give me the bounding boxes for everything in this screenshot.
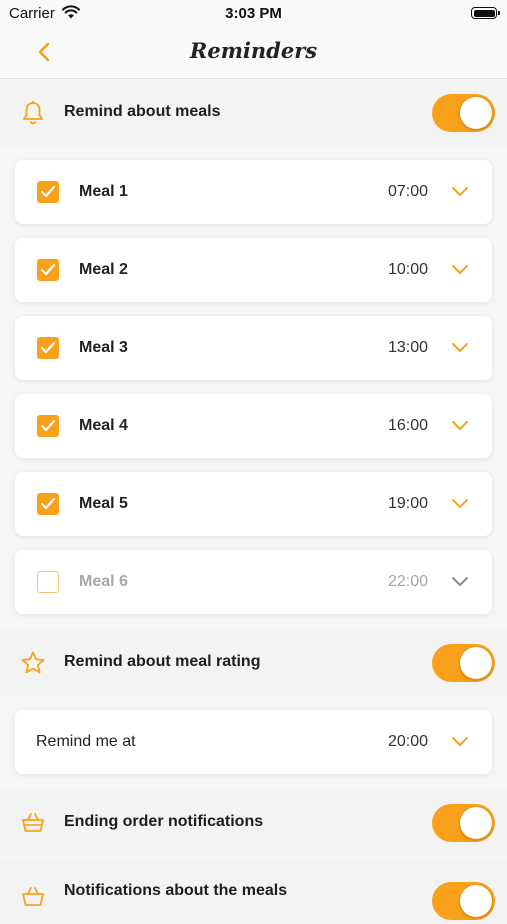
meal-card[interactable]: Meal 5 19:00 — [15, 472, 492, 536]
meal-time[interactable]: 22:00 — [388, 573, 428, 591]
meals-notifications-toggle[interactable] — [432, 882, 495, 920]
chevron-down-icon[interactable] — [451, 264, 469, 276]
chevron-down-icon[interactable] — [451, 342, 469, 354]
meal-time[interactable]: 19:00 — [388, 495, 428, 513]
page-title: Reminders — [189, 38, 318, 63]
meal-checkbox[interactable] — [37, 337, 59, 359]
meal-time[interactable]: 10:00 — [388, 261, 428, 279]
remind-rating-label: Remind about meal rating — [64, 653, 261, 670]
meal-name: Meal 2 — [79, 261, 128, 278]
meal-checkbox[interactable] — [37, 259, 59, 281]
battery-icon — [471, 7, 500, 19]
navigation-bar: Reminders — [0, 28, 507, 79]
meal-card[interactable]: Meal 4 16:00 — [15, 394, 492, 458]
meal-time[interactable]: 16:00 — [388, 417, 428, 435]
ending-order-label: Ending order notifications — [64, 813, 264, 830]
checkmark-icon — [40, 419, 56, 432]
chevron-down-icon[interactable] — [451, 498, 469, 510]
meals-notifications-label: Notifications about the meals — [64, 882, 288, 899]
meal-name: Meal 4 — [79, 417, 128, 434]
star-icon — [21, 651, 45, 674]
remind-rating-toggle[interactable] — [432, 644, 495, 682]
clock: 3:03 PM — [225, 5, 282, 22]
meal-card[interactable]: Meal 1 07:00 — [15, 160, 492, 224]
meal-card[interactable]: Meal 6 22:00 — [15, 550, 492, 614]
ending-order-row: Ending order notifications — [0, 790, 507, 856]
checkmark-icon — [40, 497, 56, 510]
meal-checkbox[interactable] — [37, 181, 59, 203]
chevron-down-icon[interactable] — [451, 736, 469, 748]
remind-rating-row: Remind about meal rating — [0, 630, 507, 696]
basket-icon — [22, 887, 44, 906]
meal-name: Meal 5 — [79, 495, 128, 512]
meal-time[interactable]: 07:00 — [388, 183, 428, 201]
ending-order-toggle[interactable] — [432, 804, 495, 842]
rating-time[interactable]: 20:00 — [388, 733, 428, 751]
chevron-down-icon[interactable] — [451, 186, 469, 198]
remind-meals-label: Remind about meals — [64, 103, 221, 120]
checkmark-icon — [40, 185, 56, 198]
remind-me-at-label: Remind me at — [36, 733, 136, 750]
status-bar: Carrier 3:03 PM — [0, 0, 507, 28]
meal-card[interactable]: Meal 3 13:00 — [15, 316, 492, 380]
bell-icon — [23, 101, 43, 125]
chevron-down-icon[interactable] — [451, 576, 469, 588]
meal-name: Meal 3 — [79, 339, 128, 356]
checkmark-icon — [40, 341, 56, 354]
meal-checkbox[interactable] — [37, 493, 59, 515]
remind-meals-row: Remind about meals — [0, 80, 507, 146]
remind-meals-toggle[interactable] — [432, 94, 495, 132]
meal-card[interactable]: Meal 2 10:00 — [15, 238, 492, 302]
meal-time[interactable]: 13:00 — [388, 339, 428, 357]
rating-time-card[interactable]: Remind me at 20:00 — [15, 710, 492, 774]
meal-name: Meal 6 — [79, 573, 128, 590]
meals-notifications-row: Notifications about the meals — [0, 858, 507, 924]
meal-checkbox[interactable] — [37, 415, 59, 437]
meal-checkbox[interactable] — [37, 571, 59, 593]
meal-name: Meal 1 — [79, 183, 128, 200]
checkmark-icon — [40, 263, 56, 276]
basket-icon — [22, 813, 44, 832]
chevron-down-icon[interactable] — [451, 420, 469, 432]
